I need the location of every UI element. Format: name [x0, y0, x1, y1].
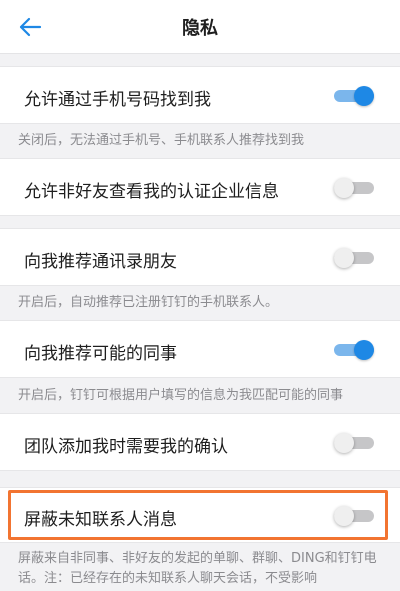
setting-label: 向我推荐可能的同事	[24, 344, 177, 364]
setting-note: 屏蔽来自非同事、非好友的发起的单聊、群聊、DING和钉钉电话。注：已经存在的未知…	[18, 551, 377, 586]
setting-label: 向我推荐通讯录朋友	[24, 252, 177, 272]
page-title: 隐私	[182, 18, 218, 39]
setting-note: 关闭后，无法通过手机号、手机联系人推荐找到我	[18, 133, 305, 148]
team-confirm-toggle[interactable]	[334, 433, 374, 453]
find-by-phone-toggle[interactable]	[334, 86, 374, 106]
recommend-colleagues-toggle[interactable]	[334, 340, 374, 360]
company-info-toggle[interactable]	[334, 178, 374, 198]
setting-row-recommend-colleagues: 向我推荐可能的同事	[0, 320, 400, 378]
recommend-contacts-toggle[interactable]	[334, 248, 374, 268]
setting-row-recommend-contacts: 向我推荐通讯录朋友	[0, 228, 400, 286]
app-header: 隐私	[0, 0, 400, 54]
setting-row-team-confirm: 团队添加我时需要我的确认	[0, 413, 400, 471]
setting-row-company-info: 允许非好友查看我的认证企业信息	[0, 158, 400, 216]
highlight-box	[8, 490, 388, 540]
setting-label: 允许通过手机号码找到我	[24, 90, 211, 110]
setting-row-find-by-phone: 允许通过手机号码找到我	[0, 66, 400, 124]
setting-note: 开启后，钉钉可根据用户填写的信息为我匹配可能的同事	[18, 388, 344, 403]
setting-label: 允许非好友查看我的认证企业信息	[24, 182, 279, 202]
setting-note: 开启后，自动推荐已注册钉钉的手机联系人。	[18, 295, 279, 310]
setting-label: 团队添加我时需要我的确认	[24, 437, 228, 457]
